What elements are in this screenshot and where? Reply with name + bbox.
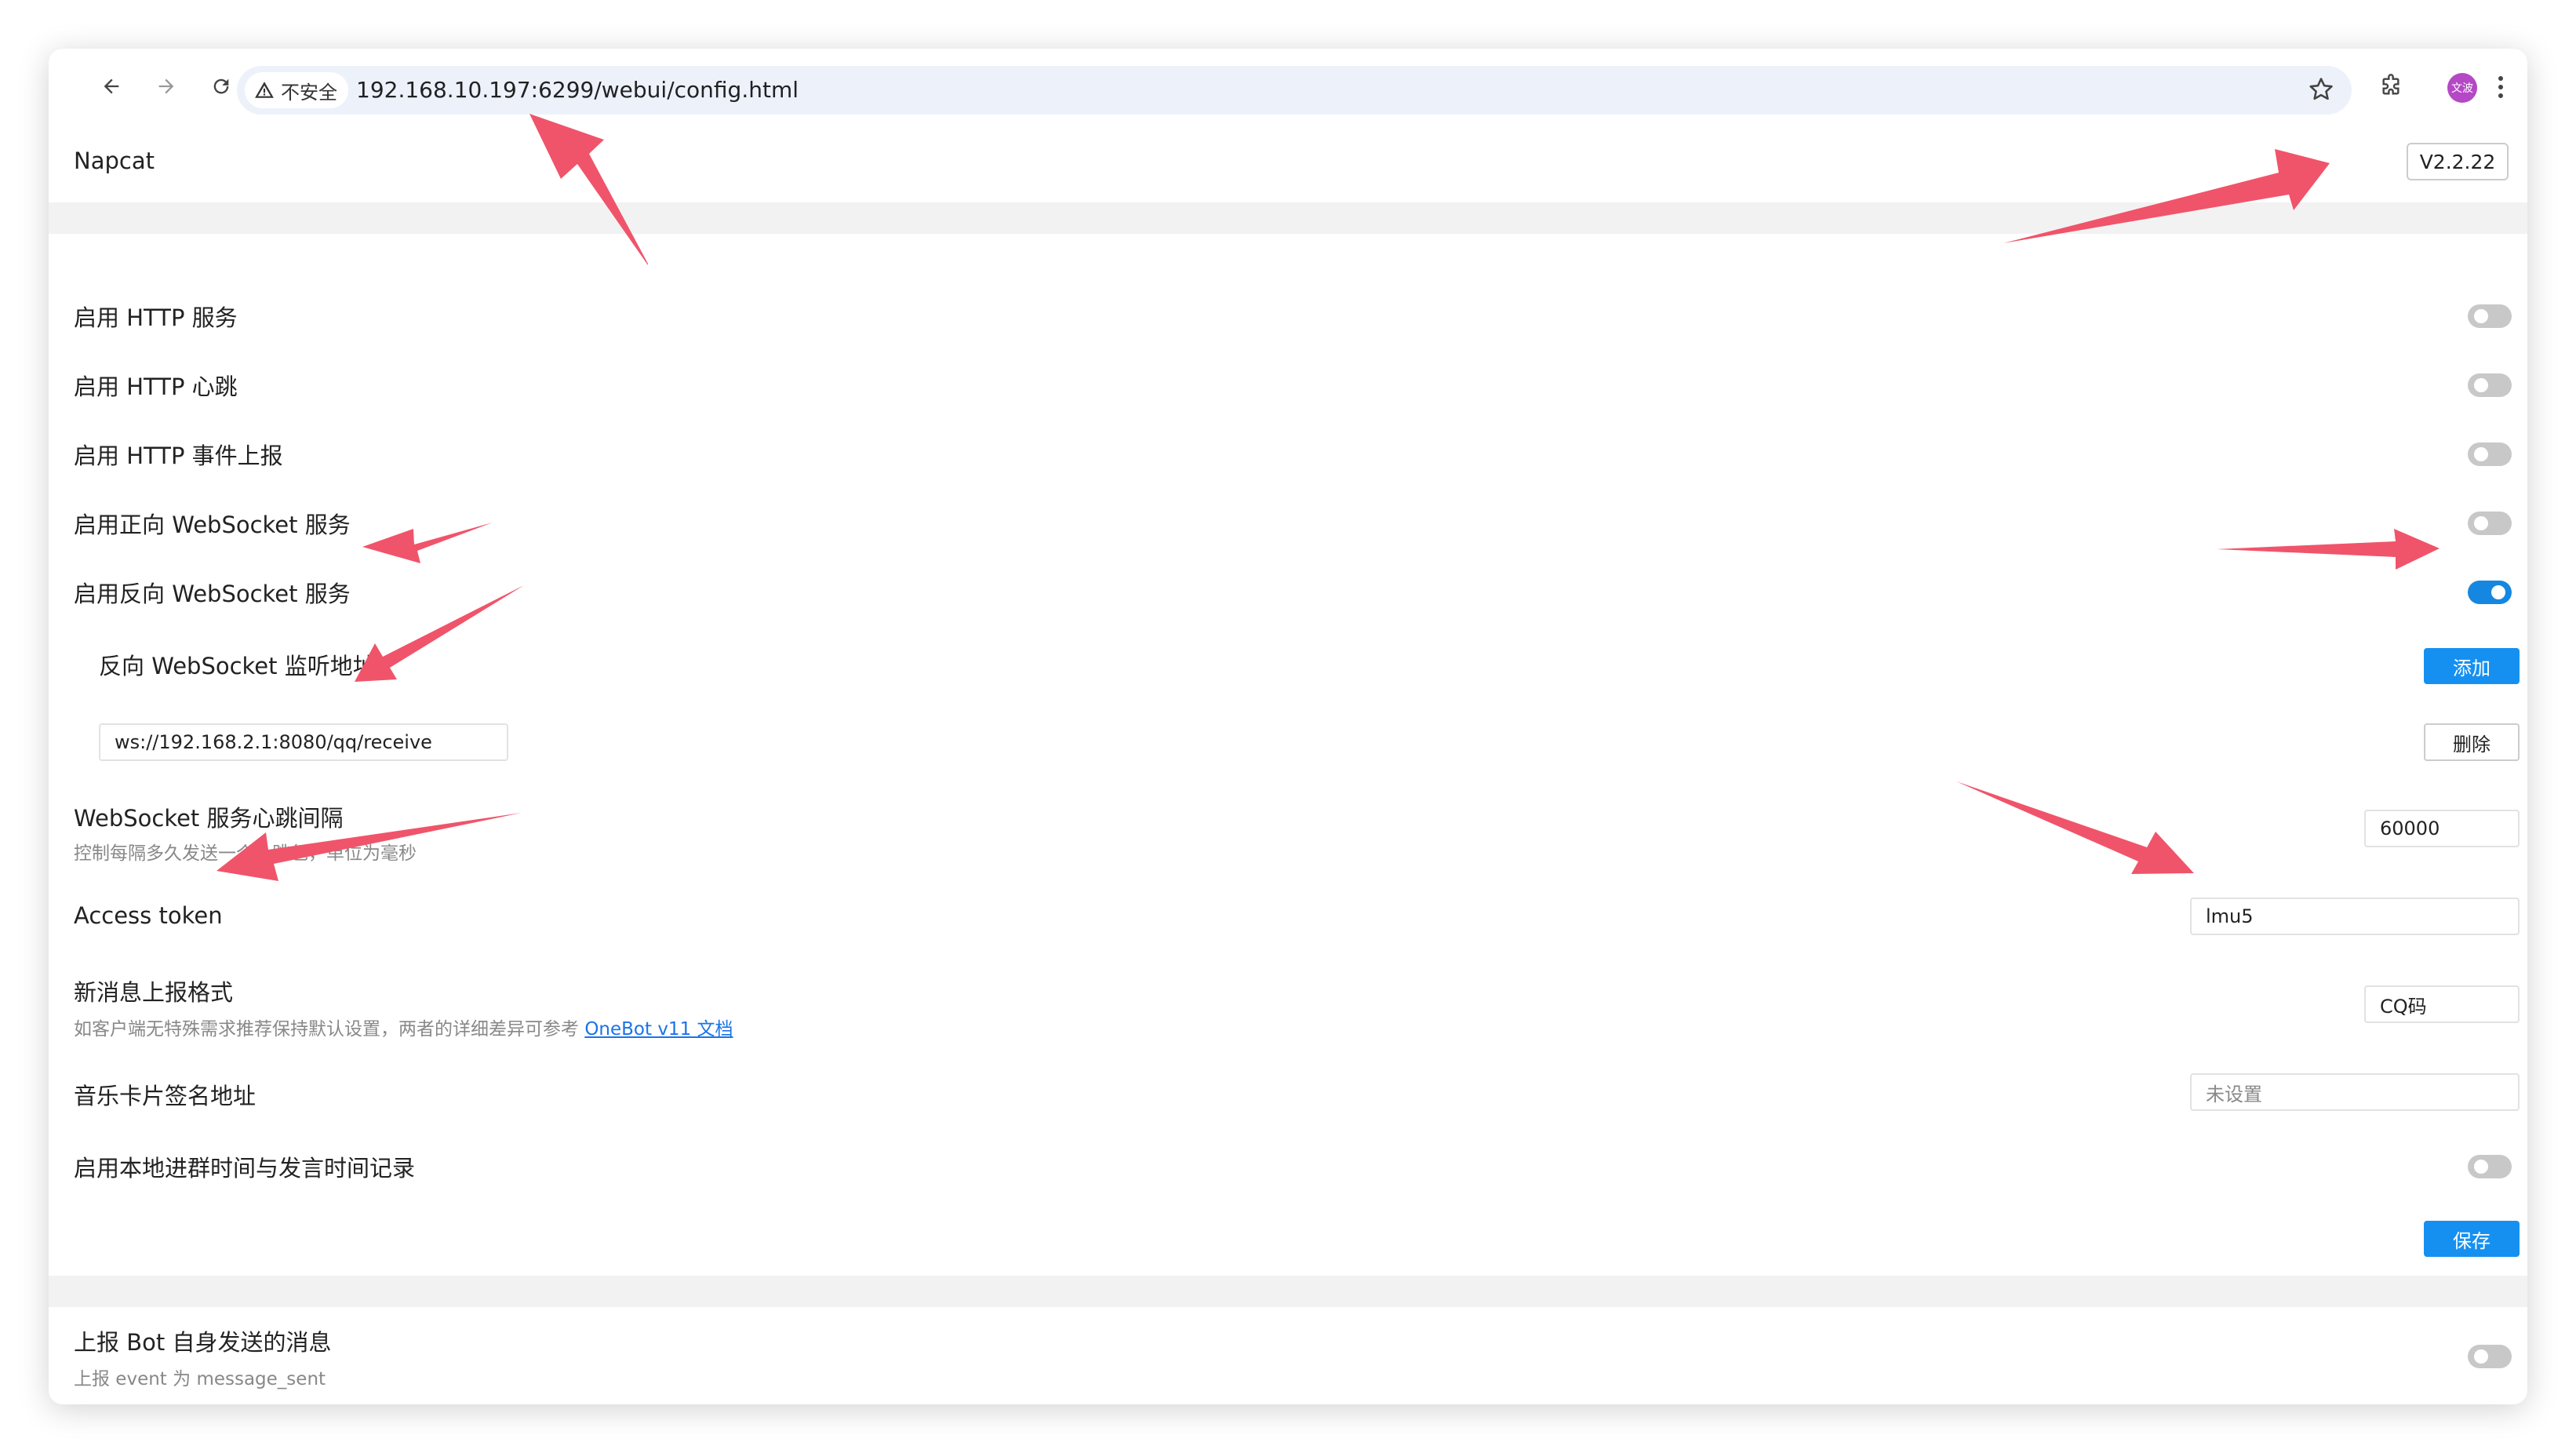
http-event-report-toggle[interactable] [2468,442,2512,466]
header-card: Napcat V2.2.22 [49,124,2527,202]
back-button[interactable] [91,66,132,107]
version-badge[interactable]: V2.2.22 [2407,143,2509,180]
browser-menu-kebab-icon[interactable] [2493,72,2509,104]
reload-icon [213,78,229,94]
settings-card: 启用 HTTP 服务 启用 HTTP 心跳 启用 HTTP 事件上报 启用正向 … [49,234,2527,1276]
report-self-label: 上报 Bot 自身发送的消息 [74,1329,332,1356]
message-format-label: 新消息上报格式 [74,979,234,1006]
ws-heartbeat-desc: 控制每隔多久发送一个心跳包，单位为毫秒 [74,843,417,864]
profile-avatar[interactable]: 文波 [2447,73,2477,103]
address-bar[interactable]: 不安全 192.168.10.197:6299/webui/config.htm… [237,66,2352,115]
page-title: Napcat [74,147,155,174]
puzzle-icon [2382,74,2400,95]
local-record-toggle[interactable] [2468,1155,2512,1178]
music-sign-input[interactable]: 未设置 [2190,1073,2520,1111]
message-format-select[interactable]: CQ码 [2364,985,2520,1023]
report-card: 上报 Bot 自身发送的消息 上报 event 为 message_sent [49,1307,2527,1404]
ws-heartbeat-label: WebSocket 服务心跳间隔 [74,805,344,832]
forward-arrow-icon [158,78,174,94]
forward-button[interactable] [146,66,187,107]
message-format-desc-text: 如客户端无特殊需求推荐保持默认设置，两者的详细差异可参考 [74,1019,585,1040]
ws-heartbeat-input[interactable]: 60000 [2364,810,2520,847]
browser-toolbar: 不安全 192.168.10.197:6299/webui/config.htm… [49,49,2527,124]
back-arrow-icon [104,78,119,94]
url-text[interactable]: 192.168.10.197:6299/webui/config.html [356,66,799,115]
http-service-label: 启用 HTTP 服务 [74,304,238,331]
security-label: 不安全 [281,81,337,104]
extensions-button[interactable] [2370,66,2411,107]
http-heartbeat-toggle[interactable] [2468,373,2512,397]
reload-button[interactable] [201,66,242,107]
save-button[interactable]: 保存 [2424,1221,2520,1257]
music-sign-label: 音乐卡片签名地址 [74,1083,257,1109]
http-event-report-label: 启用 HTTP 事件上报 [74,442,283,469]
add-address-button[interactable]: 添加 [2424,648,2520,684]
reverse-ws-address-label: 反向 WebSocket 监听地址 [99,653,376,679]
forward-ws-toggle[interactable] [2468,512,2512,535]
report-self-desc: 上报 event 为 message_sent [74,1369,326,1389]
http-service-toggle[interactable] [2468,304,2512,328]
browser-window: 不安全 192.168.10.197:6299/webui/config.htm… [49,49,2527,1404]
reverse-ws-address-input[interactable]: ws://192.168.2.1:8080/qq/receive [99,723,508,761]
local-record-label: 启用本地进群时间与发言时间记录 [74,1155,416,1182]
warning-icon [255,82,274,98]
forward-ws-label: 启用正向 WebSocket 服务 [74,512,351,538]
reverse-ws-toggle[interactable] [2468,581,2512,604]
report-self-toggle[interactable] [2468,1345,2512,1368]
bookmark-star-icon[interactable] [2308,76,2334,103]
access-token-label: Access token [74,902,223,929]
reverse-ws-label: 启用反向 WebSocket 服务 [74,581,351,607]
http-heartbeat-label: 启用 HTTP 心跳 [74,373,238,400]
security-indicator[interactable]: 不安全 [245,72,348,108]
onebot-docs-link[interactable]: OneBot v11 文档 [584,1019,733,1040]
message-format-desc: 如客户端无特殊需求推荐保持默认设置，两者的详细差异可参考 OneBot v11 … [74,1014,733,1040]
access-token-input[interactable]: lmu5 [2190,898,2520,935]
delete-address-button[interactable]: 删除 [2424,723,2520,761]
